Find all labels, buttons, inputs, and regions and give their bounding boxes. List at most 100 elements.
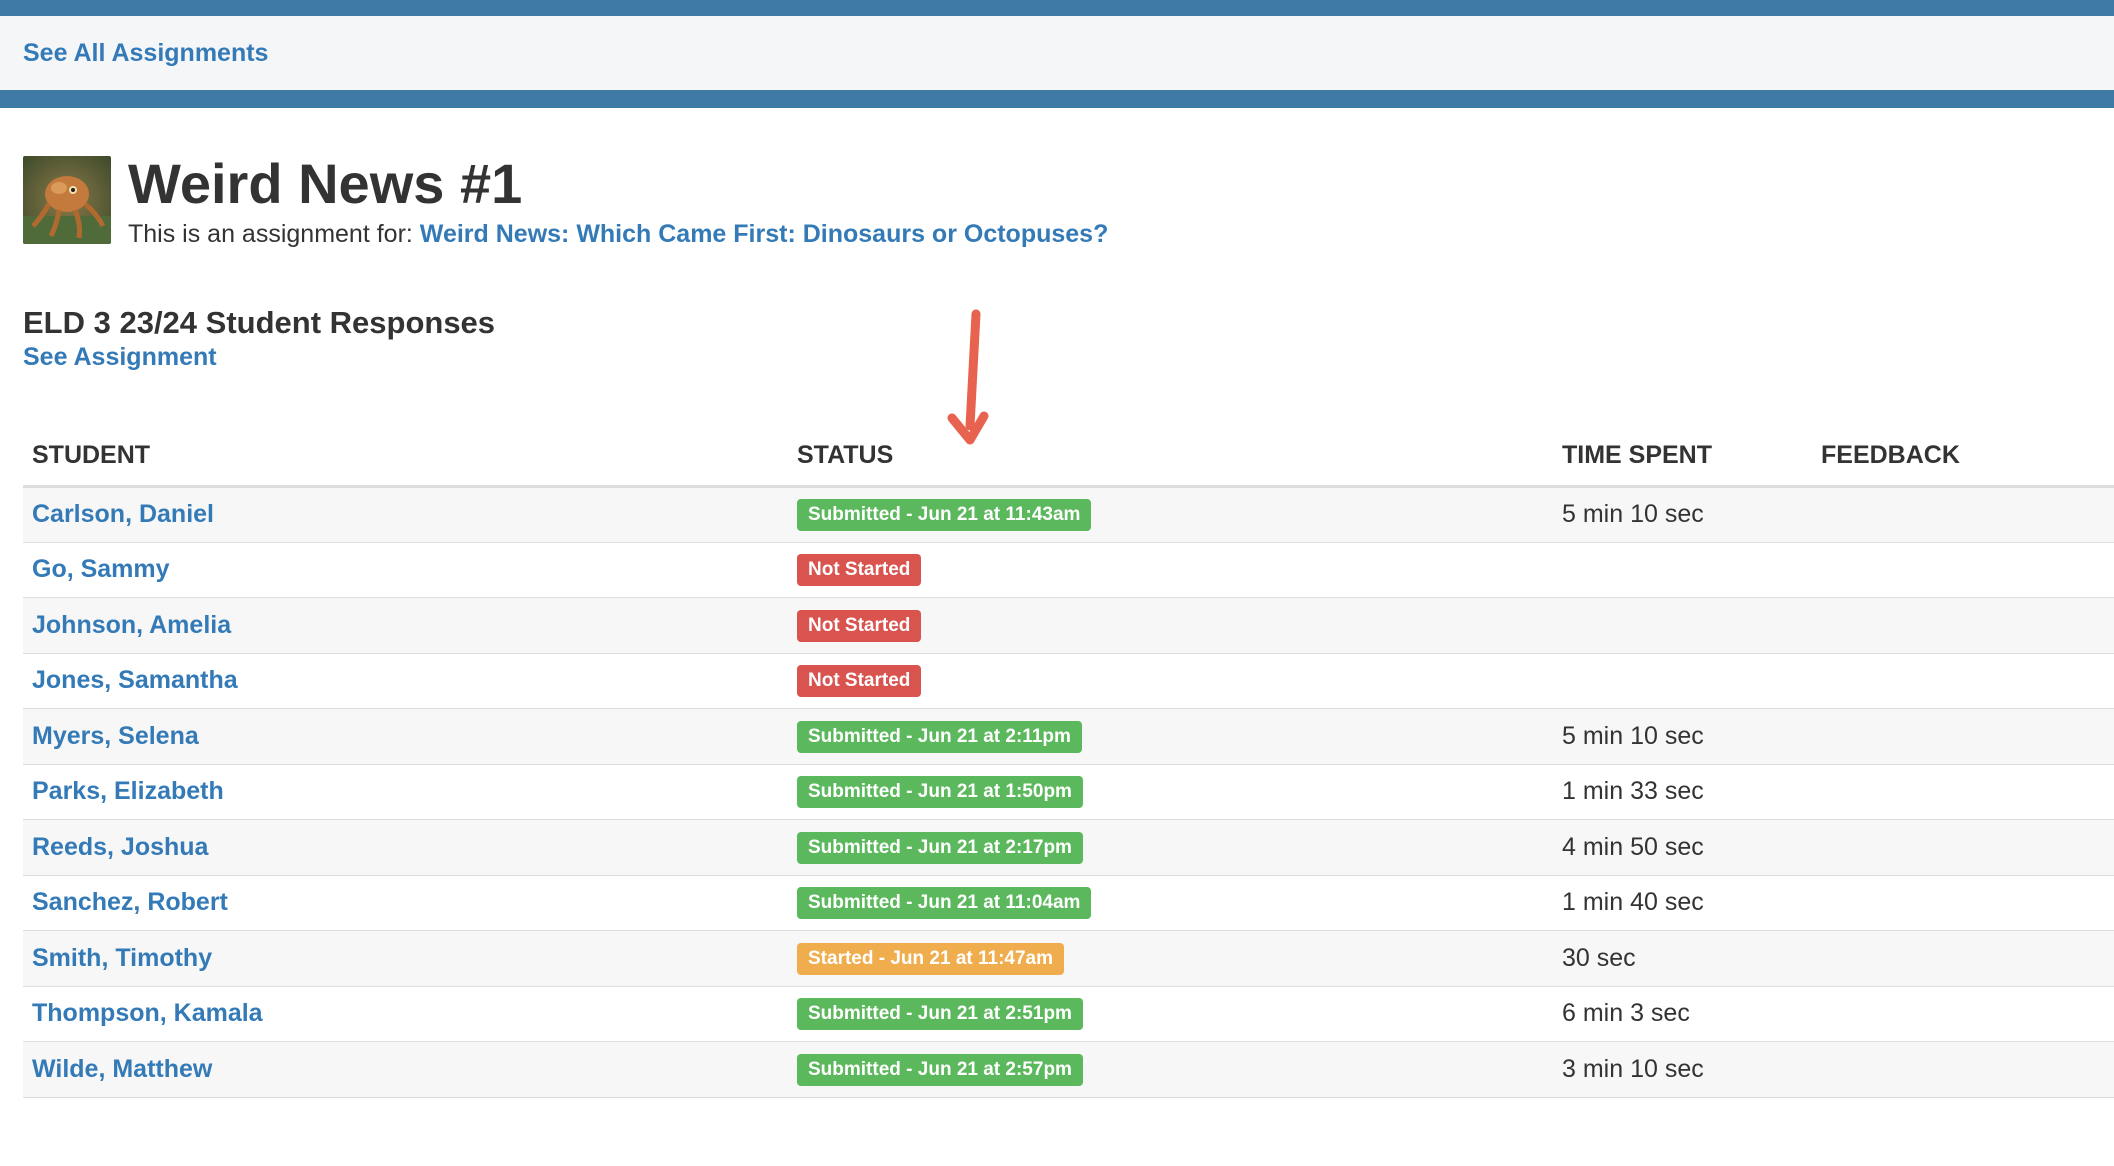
student-cell: Smith, Timothy [23,931,788,987]
nav-bar: See All Assignments [0,16,2114,90]
table-row: Reeds, Joshua Submitted - Jun 21 at 2:17p… [23,819,2114,876]
table-row: Jones, Samantha Not Started [23,653,2114,709]
table-row: Sanchez, Robert Submitted - Jun 21 at 11:… [23,875,2114,931]
time-spent-value: 6 min 3 sec [1562,999,1690,1028]
table-row: Myers, Selena Submitted - Jun 21 at 2:11p… [23,708,2114,765]
student-name-link[interactable]: Johnson, Amelia [32,611,231,639]
time-spent-cell: 1 min 33 sec [1553,764,1812,820]
status-cell: Submitted - Jun 21 at 2:11pm [788,709,1553,765]
feedback-cell [1812,875,2114,931]
student-cell: Parks, Elizabeth [23,764,788,820]
column-header-status[interactable]: STATUS [788,425,1553,488]
student-name-link[interactable]: Thompson, Kamala [32,999,263,1027]
status-cell: Submitted - Jun 21 at 2:57pm [788,1042,1553,1098]
student-cell: Thompson, Kamala [23,986,788,1042]
status-cell: Submitted - Jun 21 at 1:50pm [788,764,1553,820]
student-name-link[interactable]: Jones, Samantha [32,666,238,694]
time-spent-value: 5 min 10 sec [1562,500,1704,529]
feedback-cell [1812,598,2114,654]
feedback-cell [1812,820,2114,876]
status-cell: Submitted - Jun 21 at 11:43am [788,487,1553,543]
student-cell: Wilde, Matthew [23,1042,788,1098]
lesson-link[interactable]: Weird News: Which Came First: Dinosaurs … [420,220,1109,248]
table-row: Thompson, Kamala Submitted - Jun 21 at 2:… [23,986,2114,1042]
status-cell: Submitted - Jun 21 at 11:04am [788,875,1553,931]
time-spent-value: 1 min 40 sec [1562,888,1704,917]
student-cell: Go, Sammy [23,542,788,598]
status-badge: Submitted - Jun 21 at 2:11pm [797,720,1082,753]
student-name-link[interactable]: Wilde, Matthew [32,1055,212,1083]
feedback-cell [1812,986,2114,1042]
student-name-link[interactable]: Sanchez, Robert [32,888,228,916]
status-badge: Submitted - Jun 21 at 1:50pm [797,776,1083,809]
column-header-feedback[interactable]: FEEDBACK [1812,425,2114,488]
time-spent-cell [1553,542,1812,598]
feedback-cell [1812,542,2114,598]
table-header-row: STUDENT STATUS TIME SPENT FEEDBACK [23,425,2114,488]
section-title: ELD 3 23/24 Student Responses [23,305,496,340]
time-spent-cell [1553,653,1812,709]
feedback-cell [1812,931,2114,987]
feedback-cell [1812,1042,2114,1098]
table-row: Johnson, Amelia Not Started [23,597,2114,654]
status-badge: Not Started [797,665,922,698]
status-badge: Submitted - Jun 21 at 11:43am [797,499,1092,532]
time-spent-value: 30 sec [1562,943,1636,972]
student-responses-table: STUDENT STATUS TIME SPENT FEEDBACK Carls… [23,425,2114,1098]
student-name-link[interactable]: Reeds, Joshua [32,833,208,861]
student-name-link[interactable]: Go, Sammy [32,555,170,583]
feedback-cell [1812,653,2114,709]
time-spent-cell: 30 sec [1553,931,1812,987]
status-cell: Submitted - Jun 21 at 2:17pm [788,820,1553,876]
status-badge: Submitted - Jun 21 at 2:57pm [797,1053,1083,1086]
table-row: Wilde, Matthew Submitted - Jun 21 at 2:57… [23,1041,2114,1098]
status-cell: Not Started [788,542,1553,598]
table-body: Carlson, Daniel Submitted - Jun 21 at 11:… [23,486,2114,1098]
table-row: Carlson, Daniel Submitted - Jun 21 at 11:… [23,486,2114,543]
time-spent-cell: 5 min 10 sec [1553,487,1812,543]
table-row: Go, Sammy Not Started [23,542,2114,598]
student-cell: Johnson, Amelia [23,598,788,654]
time-spent-value: 5 min 10 sec [1562,721,1704,750]
status-badge: Submitted - Jun 21 at 2:17pm [797,831,1083,864]
page-title: Weird News #1 [128,152,523,215]
table-row: Parks, Elizabeth Submitted - Jun 21 at 1:… [23,764,2114,820]
subtitle-prefix: This is an assignment for: [128,220,413,248]
student-cell: Reeds, Joshua [23,820,788,876]
assignment-subtitle: This is an assignment for: Weird News: W… [128,220,1108,249]
feedback-cell [1812,764,2114,820]
status-badge: Submitted - Jun 21 at 11:04am [797,887,1092,920]
status-cell: Submitted - Jun 21 at 2:51pm [788,986,1553,1042]
student-cell: Myers, Selena [23,709,788,765]
time-spent-cell: 5 min 10 sec [1553,709,1812,765]
student-name-link[interactable]: Smith, Timothy [32,944,212,972]
octopus-thumbnail-icon [23,156,111,244]
time-spent-cell: 4 min 50 sec [1553,820,1812,876]
column-header-time-spent[interactable]: TIME SPENT [1553,425,1812,488]
student-name-link[interactable]: Myers, Selena [32,722,199,750]
student-name-link[interactable]: Carlson, Daniel [32,500,214,528]
time-spent-cell [1553,598,1812,654]
nav-bottom-stripe [0,90,2114,108]
responses-section: ELD 3 23/24 Student Responses See Assign… [23,305,2114,372]
time-spent-value: 1 min 33 sec [1562,777,1704,806]
time-spent-cell: 6 min 3 sec [1553,986,1812,1042]
top-stripe [0,0,2114,16]
status-cell: Not Started [788,598,1553,654]
table-row: Smith, Timothy Started - Jun 21 at 11:47a… [23,930,2114,987]
feedback-cell [1812,709,2114,765]
status-badge: Not Started [797,554,922,587]
status-cell: Started - Jun 21 at 11:47am [788,931,1553,987]
time-spent-cell: 3 min 10 sec [1553,1042,1812,1098]
status-cell: Not Started [788,653,1553,709]
student-name-link[interactable]: Parks, Elizabeth [32,777,224,805]
time-spent-value: 4 min 50 sec [1562,832,1704,861]
status-badge: Submitted - Jun 21 at 2:51pm [797,998,1083,1031]
see-all-assignments-link[interactable]: See All Assignments [23,39,268,68]
time-spent-value: 3 min 10 sec [1562,1054,1704,1083]
assignment-header: Weird News #1 This is an assignment for:… [23,152,2114,249]
student-cell: Carlson, Daniel [23,487,788,543]
column-header-student[interactable]: STUDENT [23,425,788,488]
see-assignment-link[interactable]: See Assignment [23,343,217,372]
status-badge: Not Started [797,609,922,642]
